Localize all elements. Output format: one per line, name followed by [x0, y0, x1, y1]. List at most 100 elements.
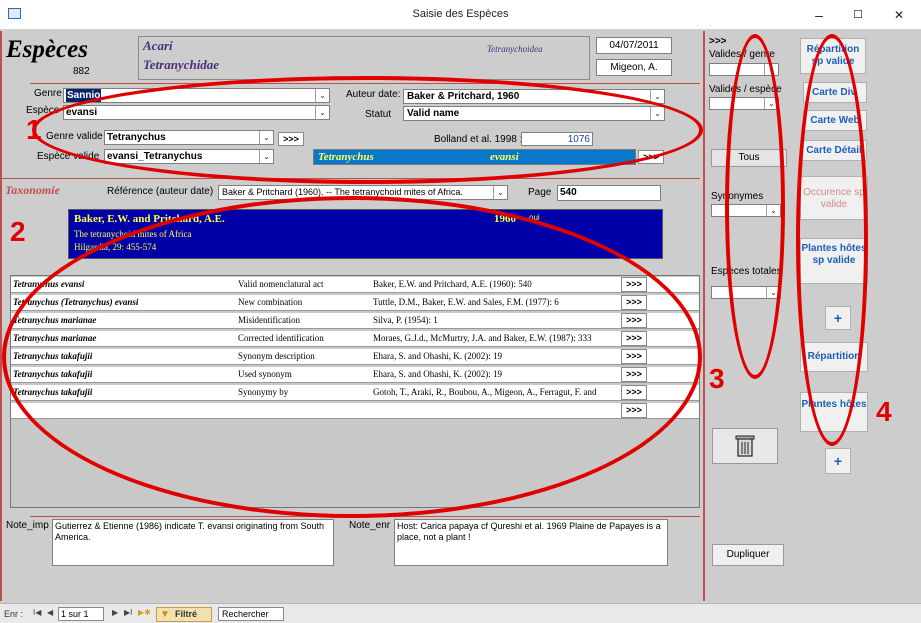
- chevron-down-icon[interactable]: ⌄: [766, 205, 780, 216]
- note-enr-label: Note_enr: [349, 520, 391, 531]
- statut-combo[interactable]: Valid name ⌄: [403, 106, 665, 121]
- divider-line: [703, 31, 705, 601]
- espece-valide-value: evansi_Tetranychus: [107, 151, 203, 162]
- section-line-1: [30, 83, 700, 84]
- valides-genre-combo[interactable]: ⌄: [709, 63, 779, 76]
- last-record-icon[interactable]: ▶I: [124, 608, 132, 617]
- genre-valide-value: Tetranychus: [107, 132, 166, 143]
- annotation-number-4: 4: [876, 396, 892, 427]
- row-go-button[interactable]: >>>: [621, 295, 647, 310]
- row-go-button[interactable]: >>>: [621, 385, 647, 400]
- valides-espece-label: Valides / espèce: [709, 84, 782, 95]
- synonym-reference: Ehara, S. and Ohashi, K. (2002): 19: [373, 369, 502, 379]
- classification-box: Acari Tetranychidae Tetranychoidea: [138, 36, 590, 80]
- ref-oui: oui: [529, 213, 540, 222]
- add-button-2[interactable]: +: [825, 448, 851, 474]
- carte-div-button[interactable]: Carte Div.: [803, 82, 867, 103]
- synonymes-combo[interactable]: ⌄: [711, 204, 781, 217]
- row-go-button[interactable]: >>>: [621, 367, 647, 382]
- dupliquer-button[interactable]: Dupliquer: [712, 544, 784, 566]
- enr-label: Enr :: [4, 609, 24, 619]
- carte-web-button[interactable]: Carte Web: [803, 110, 867, 131]
- valid-name-go-button[interactable]: >>>: [638, 150, 664, 164]
- especes-totales-combo[interactable]: ⌄: [711, 286, 781, 299]
- ref-journal: Hilgardia, 29: 455-574: [74, 242, 157, 252]
- chevron-down-icon[interactable]: ⌄: [764, 98, 778, 109]
- chevron-down-icon[interactable]: ⌄: [315, 89, 329, 102]
- espece-combo[interactable]: evansi ⌄: [63, 105, 330, 120]
- note-imp-field[interactable]: Gutierrez & Etienne (1986) indicate T. e…: [52, 519, 334, 566]
- valides-espece-combo[interactable]: ⌄: [709, 97, 779, 110]
- close-button[interactable]: ✕: [884, 4, 914, 26]
- valides-genre-label: Valides / genre: [709, 49, 775, 60]
- table-row[interactable]: Tetranychus takafujii Used synonym Ehara, …: [11, 367, 699, 383]
- nomenclatural-act: Used synonym: [238, 369, 292, 379]
- chevron-down-icon[interactable]: ⌄: [259, 150, 273, 163]
- synonym-name: Tetranychus evansi: [13, 279, 85, 289]
- search-box[interactable]: Rechercher: [218, 607, 284, 621]
- genre-valide-label: Genre valide: [46, 131, 103, 142]
- espece-valide-combo[interactable]: evansi_Tetranychus ⌄: [104, 149, 274, 164]
- add-button-1[interactable]: +: [825, 306, 851, 330]
- chevron-down-icon[interactable]: ⌄: [650, 107, 664, 120]
- synonym-reference: Gotoh, T., Araki, R., Boubou, A., Migeon…: [373, 387, 597, 397]
- chevron-down-icon[interactable]: ⌄: [766, 287, 780, 298]
- delete-button[interactable]: [712, 428, 778, 464]
- occurence-valide-button[interactable]: Occurence sp valide: [800, 176, 868, 220]
- auteur-combo[interactable]: Baker & Pritchard, 1960 ⌄: [403, 89, 665, 104]
- row-go-button[interactable]: >>>: [621, 403, 647, 418]
- nomenclatural-act: Valid nomenclatural act: [238, 279, 324, 289]
- synonym-reference: Baker, E.W. and Pritchard, A.E. (1960): …: [373, 279, 532, 289]
- maximize-button[interactable]: ☐: [843, 4, 873, 26]
- first-record-icon[interactable]: I◀: [33, 608, 41, 617]
- bolland-field[interactable]: 1076: [521, 132, 593, 146]
- date-field[interactable]: 04/07/2011: [596, 37, 672, 54]
- table-row[interactable]: Tetranychus takafujii Synonym description…: [11, 349, 699, 365]
- table-row[interactable]: Tetranychus marianae Misidentification Sil…: [11, 313, 699, 329]
- page-field[interactable]: 540: [557, 185, 661, 201]
- genre-valide-go-button[interactable]: >>>: [278, 132, 304, 146]
- genre-valide-combo[interactable]: Tetranychus ⌄: [104, 130, 274, 145]
- row-go-button[interactable]: >>>: [621, 277, 647, 292]
- chevron-down-icon[interactable]: ⌄: [315, 106, 329, 119]
- side-arrow[interactable]: >>>: [709, 36, 727, 47]
- previous-record-icon[interactable]: ◀: [47, 608, 53, 617]
- plantes-hotes-button[interactable]: Plantes hôtes: [800, 392, 868, 432]
- new-record-icon[interactable]: ▶✱: [138, 608, 151, 617]
- filter-toggle[interactable]: ▼ Filtré: [156, 607, 212, 622]
- synonym-reference: Ehara, S. and Ohashi, K. (2002): 19: [373, 351, 502, 361]
- carte-detail-button[interactable]: Carte Détail: [801, 140, 867, 161]
- statut-label: Statut: [365, 109, 392, 120]
- plantes-hotes-valide-button[interactable]: Plantes hôtes sp valide: [800, 238, 868, 284]
- chevron-down-icon[interactable]: ⌄: [493, 186, 507, 199]
- row-go-button[interactable]: >>>: [621, 313, 647, 328]
- reference-combo[interactable]: Baker & Pritchard (1960). -- The tetrany…: [218, 185, 508, 200]
- repartition-valide-button[interactable]: Répartition sp valide: [800, 38, 866, 74]
- next-record-icon[interactable]: ▶: [112, 608, 118, 617]
- table-row[interactable]: >>>: [11, 403, 699, 419]
- especes-totales-label: Especes totales: [711, 266, 782, 277]
- synonym-reference: Moraes, G.J.d., McMurtry, J.A. and Baker…: [373, 333, 592, 343]
- genre-combo[interactable]: Sannio ⌄: [63, 88, 330, 103]
- reference-value: Baker & Pritchard (1960). -- The tetrany…: [222, 187, 463, 197]
- chevron-down-icon[interactable]: ⌄: [650, 90, 664, 103]
- synonym-name: Tetranychus takafujii: [13, 369, 93, 379]
- table-row[interactable]: Tetranychus evansi Valid nomenclatural ac…: [11, 277, 699, 293]
- repartition-button[interactable]: Répartition: [800, 342, 868, 372]
- row-go-button[interactable]: >>>: [621, 331, 647, 346]
- author-initials-field[interactable]: Migeon, A.: [596, 59, 672, 76]
- row-go-button[interactable]: >>>: [621, 349, 647, 364]
- minimize-button[interactable]: –: [804, 4, 834, 26]
- window-title: Saisie des Espèces: [412, 8, 509, 20]
- chevron-down-icon[interactable]: ⌄: [259, 131, 273, 144]
- chevron-down-icon[interactable]: ⌄: [764, 64, 778, 75]
- synonym-name: Tetranychus takafujii: [13, 387, 93, 397]
- table-row[interactable]: Tetranychus marianae Corrected identifica…: [11, 331, 699, 347]
- filter-label: Filtré: [175, 609, 198, 619]
- note-enr-field[interactable]: Host: Carica papaya cf Qureshi et al. 19…: [394, 519, 668, 566]
- record-position-field[interactable]: 1 sur 1: [58, 607, 104, 621]
- table-row[interactable]: Tetranychus takafujii Synonymy by Gotoh, T…: [11, 385, 699, 401]
- tous-button[interactable]: Tous: [711, 149, 787, 167]
- window-titlebar: Saisie des Espèces – ☐ ✕: [0, 0, 921, 30]
- table-row[interactable]: Tetranychus (Tetranychus) evansi New comb…: [11, 295, 699, 311]
